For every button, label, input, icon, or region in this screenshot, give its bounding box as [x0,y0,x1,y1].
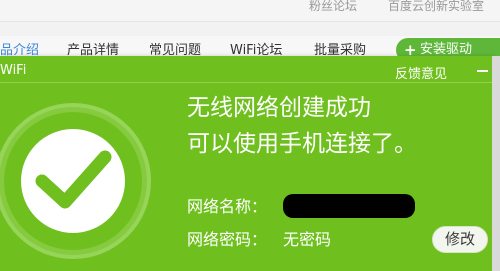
top-link-innovation-lab[interactable]: 百度云创新实验室 [388,0,484,12]
network-password-value: 无密码 [283,230,332,249]
background-top-bar: 粉丝论坛 百度云创新实验室 [0,0,500,22]
wifi-success-popup: WiFi 反馈意见 无线网络创建成功 可以使用手机连接了。 网络名称： 网络密码… [0,56,492,271]
network-password-label: 网络密码： [187,230,268,249]
feedback-link[interactable]: 反馈意见 [395,63,447,82]
network-name-label: 网络名称： [187,197,268,216]
top-link-fan-forum[interactable]: 粉丝论坛 [309,0,357,12]
popup-title: WiFi [0,63,27,78]
check-icon [35,150,112,209]
edit-button[interactable]: 修改 [432,226,488,253]
success-message-subtitle: 可以使用手机连接了。 [187,131,417,157]
install-driver-label: 安装驱动 [420,42,473,57]
network-name-redacted [283,194,415,218]
background-right-edge [492,56,500,271]
minimize-icon[interactable] [477,70,488,72]
title-divider [0,82,492,83]
success-message-title: 无线网络创建成功 [187,95,371,121]
